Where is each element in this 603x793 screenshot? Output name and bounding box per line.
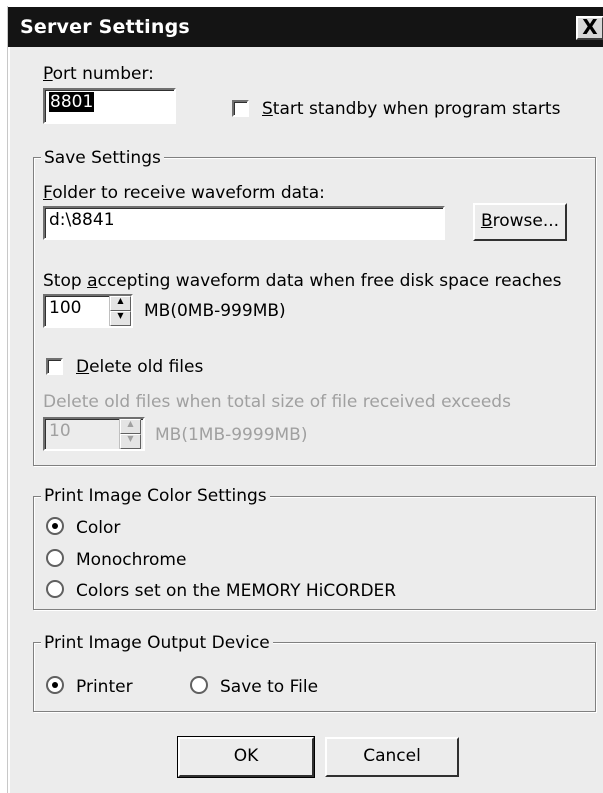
folder-input[interactable]: d:\8841 xyxy=(43,206,445,240)
port-number-value: 8801 xyxy=(49,92,95,112)
radio-save-to-file-label[interactable]: Save to File xyxy=(220,677,318,697)
browse-button[interactable]: Browse... xyxy=(473,203,567,241)
title-bar[interactable]: Server Settings X xyxy=(8,7,603,47)
cancel-button[interactable]: Cancel xyxy=(325,737,459,777)
close-button[interactable]: X xyxy=(576,16,603,40)
radio-color[interactable] xyxy=(46,517,64,535)
ok-button[interactable]: OK xyxy=(177,736,315,778)
delete-when-unit: MB(1MB-9999MB) xyxy=(155,425,308,445)
radio-monochrome-label[interactable]: Monochrome xyxy=(76,550,186,570)
spin-up-icon[interactable]: ▲ xyxy=(110,296,131,311)
stop-accepting-label: Stop accepting waveform data when free d… xyxy=(43,271,562,291)
radio-selected-dot xyxy=(52,523,58,529)
stop-accepting-unit: MB(0MB-999MB) xyxy=(144,301,286,321)
radio-color-label[interactable]: Color xyxy=(76,518,120,538)
delete-old-files-checkbox[interactable] xyxy=(46,358,63,375)
close-icon: X xyxy=(582,15,598,39)
spin-down-icon[interactable]: ▼ xyxy=(110,311,131,326)
spin-up-icon: ▲ xyxy=(120,419,141,434)
delete-old-files-label[interactable]: Delete old files xyxy=(76,357,203,377)
save-settings-title: Save Settings xyxy=(41,148,164,168)
output-device-title: Print Image Output Device xyxy=(41,633,273,653)
radio-memory-hicorder-label[interactable]: Colors set on the MEMORY HiCORDER xyxy=(76,581,396,601)
stop-accepting-spinner[interactable]: ▲ ▼ xyxy=(109,296,131,326)
delete-when-spinner: ▲ ▼ xyxy=(119,419,141,449)
port-number-input[interactable]: 8801 xyxy=(43,88,176,124)
spin-down-icon: ▼ xyxy=(120,434,141,449)
delete-when-label: Delete old files when total size of file… xyxy=(43,392,511,412)
color-settings-title: Print Image Color Settings xyxy=(41,486,270,506)
radio-memory-hicorder[interactable] xyxy=(46,580,64,598)
radio-save-to-file[interactable] xyxy=(190,676,208,694)
start-standby-label[interactable]: Start standby when program starts xyxy=(262,99,560,119)
port-number-label: Port number: xyxy=(43,64,154,84)
start-standby-checkbox[interactable] xyxy=(232,100,249,117)
radio-printer-label[interactable]: Printer xyxy=(76,677,133,697)
folder-label: Folder to receive waveform data: xyxy=(43,183,325,203)
radio-monochrome[interactable] xyxy=(46,549,64,567)
radio-selected-dot xyxy=(52,682,58,688)
radio-printer[interactable] xyxy=(46,676,64,694)
window-title: Server Settings xyxy=(20,16,190,38)
